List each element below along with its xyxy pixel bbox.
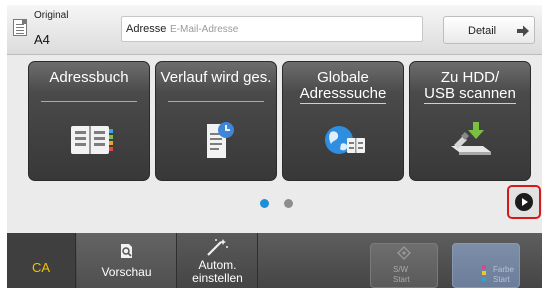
next-page-button[interactable] bbox=[507, 185, 541, 219]
tile-title-line1: Zu HDD/ bbox=[440, 69, 500, 86]
sending-history-button[interactable]: Verlauf wird ges. bbox=[155, 61, 277, 181]
email-address-input[interactable] bbox=[170, 19, 418, 39]
tile-title: Zu HDD/ USB scannen bbox=[412, 70, 528, 104]
color-start-button[interactable]: Farbe Start bbox=[452, 243, 520, 288]
scan-to-hdd-usb-button[interactable]: Zu HDD/ USB scannen bbox=[409, 61, 531, 181]
preview-icon bbox=[121, 244, 132, 258]
clear-all-button[interactable]: CA bbox=[7, 233, 76, 288]
bw-start-line2: Start bbox=[393, 275, 410, 284]
original-size-value: A4 bbox=[34, 32, 50, 47]
preview-label: Vorschau bbox=[101, 265, 152, 279]
global-address-search-icon bbox=[325, 126, 365, 154]
address-label: Adresse bbox=[126, 23, 167, 35]
original-document-icon[interactable] bbox=[13, 19, 27, 36]
clear-all-label: CA bbox=[31, 260, 51, 275]
color-start-line2: Start bbox=[493, 275, 510, 284]
scan-to-hdd-usb-icon bbox=[451, 122, 491, 155]
play-icon bbox=[515, 193, 533, 211]
scan-mode-screen: Original A4 Adresse Detail Adressbuch bbox=[7, 5, 542, 288]
start-diamond-icon bbox=[397, 246, 411, 260]
original-label: Original bbox=[34, 10, 69, 21]
tile-divider bbox=[168, 101, 264, 102]
tile-title-line1: Adressbuch bbox=[49, 69, 129, 86]
tile-title-line1: Verlauf wird ges. bbox=[160, 69, 272, 86]
sending-history-icon bbox=[207, 122, 234, 158]
tile-title: Adressbuch bbox=[31, 70, 147, 86]
page-indicator-dot-active bbox=[260, 199, 269, 208]
top-bar: Original A4 Adresse Detail bbox=[7, 5, 542, 55]
tile-divider bbox=[41, 101, 137, 102]
tile-title: Verlauf wird ges. bbox=[158, 70, 274, 86]
detail-button[interactable]: Detail bbox=[443, 16, 535, 44]
global-address-search-button[interactable]: Globale Adresssuche bbox=[282, 61, 404, 181]
color-dots-icon bbox=[482, 265, 486, 281]
address-field[interactable]: Adresse bbox=[121, 16, 423, 42]
tile-title-line1: Globale bbox=[317, 69, 369, 86]
address-book-icon bbox=[71, 126, 113, 154]
page-indicator-dot[interactable] bbox=[284, 199, 293, 208]
bw-start-button[interactable]: S/W Start bbox=[370, 243, 438, 288]
bw-start-line1: S/W bbox=[393, 265, 409, 274]
auto-set-button[interactable]: Autom. einstellen bbox=[178, 233, 258, 288]
auto-set-label-line2: einstellen bbox=[192, 271, 243, 285]
color-start-line1: Farbe bbox=[493, 265, 514, 274]
arrow-right-icon bbox=[517, 25, 529, 37]
address-book-button[interactable]: Adressbuch bbox=[28, 61, 150, 181]
detail-label: Detail bbox=[468, 25, 497, 37]
magic-wand-icon bbox=[207, 239, 228, 256]
preview-button[interactable]: Vorschau bbox=[77, 233, 177, 288]
tile-title-line2: Adresssuche bbox=[299, 85, 387, 104]
tile-title-line2: USB scannen bbox=[424, 85, 516, 104]
tile-title: Globale Adresssuche bbox=[285, 70, 401, 104]
bottom-action-bar: CA Vorschau Autom. einstellen S/W Start … bbox=[7, 233, 542, 288]
